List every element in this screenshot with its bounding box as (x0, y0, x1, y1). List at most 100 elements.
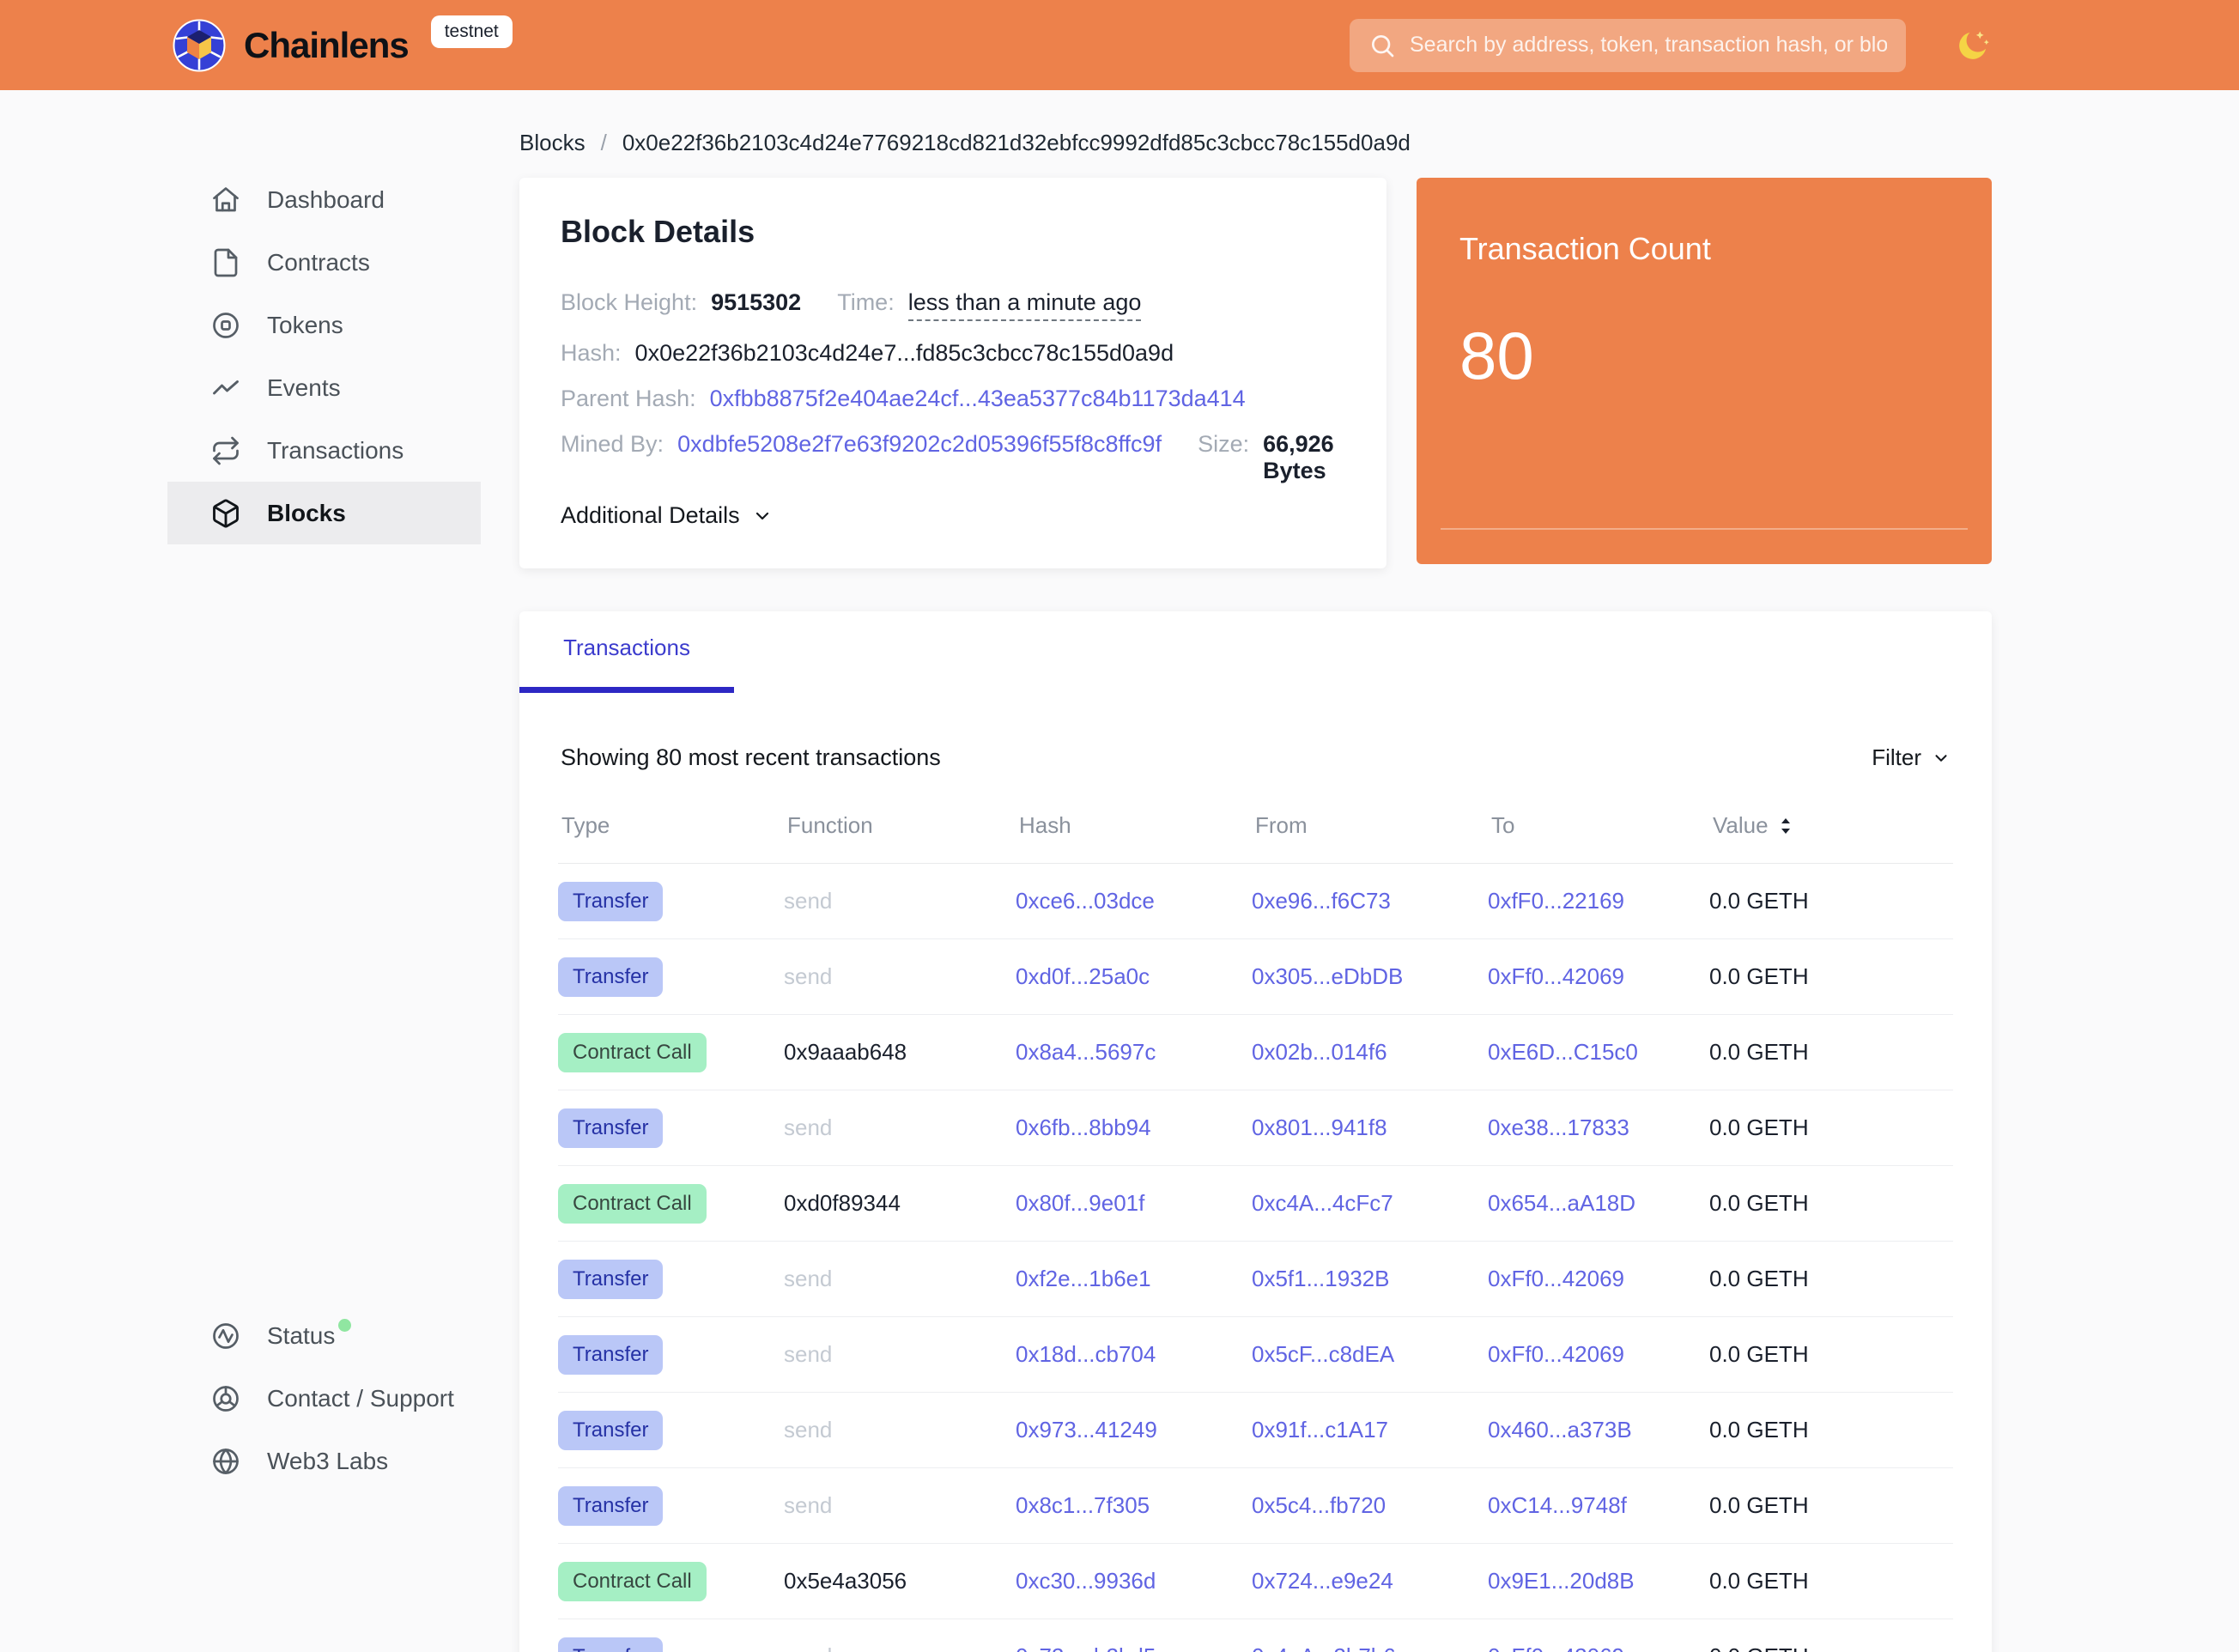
sidebar-item-dashboard[interactable]: Dashboard (167, 168, 481, 231)
support-icon (210, 1383, 241, 1414)
hash-link[interactable]: 0x6fb...8bb94 (1016, 1114, 1252, 1141)
activity-icon (210, 1321, 241, 1351)
hash-link[interactable]: 0x72c...b2bd5 (1016, 1643, 1252, 1652)
value-cell: 0.0 GETH (1709, 1568, 1953, 1594)
sidebar-item-tokens[interactable]: Tokens (167, 294, 481, 356)
to-link[interactable]: 0xe38...17833 (1488, 1114, 1709, 1141)
hash-link[interactable]: 0xce6...03dce (1016, 888, 1252, 914)
transactions-table: Type Function Hash From To Value (558, 812, 1953, 1652)
function-cell: 0x9aaab648 (784, 1039, 1016, 1066)
parent-hash-link[interactable]: 0xfbb8875f2e404ae24cf...43ea5377c84b1173… (710, 386, 1246, 412)
function-cell: send (784, 1114, 1016, 1141)
size-value: 66,926 Bytes (1263, 431, 1345, 484)
mined-by-label: Mined By: (561, 431, 664, 458)
to-link[interactable]: 0x460...a373B (1488, 1417, 1709, 1443)
sidebar-item-events[interactable]: Events (167, 356, 481, 419)
table-row: Transfer send 0x18d...cb704 0x5cF...c8dE… (558, 1317, 1953, 1393)
document-icon (210, 247, 241, 278)
transaction-count-title: Transaction Count (1459, 231, 1949, 267)
home-icon (210, 185, 241, 216)
col-header-to: To (1491, 812, 1713, 839)
chevron-down-icon (1932, 749, 1951, 768)
from-link[interactable]: 0x5f1...1932B (1252, 1266, 1488, 1292)
block-height-value: 9515302 (711, 289, 801, 316)
moon-icon (1954, 54, 1992, 67)
value-cell: 0.0 GETH (1709, 1417, 1953, 1443)
hash-link[interactable]: 0x8a4...5697c (1016, 1039, 1252, 1066)
hash-link[interactable]: 0x8c1...7f305 (1016, 1492, 1252, 1519)
from-link[interactable]: 0x5c4...fb720 (1252, 1492, 1488, 1519)
function-cell: send (784, 1341, 1016, 1368)
sidebar: Dashboard Contracts Tokens (0, 90, 481, 1652)
tab-transactions[interactable]: Transactions (519, 635, 734, 693)
to-link[interactable]: 0xFf0...42069 (1488, 963, 1709, 990)
to-link[interactable]: 0x654...aA18D (1488, 1190, 1709, 1217)
block-details-card: Block Details Block Height: 9515302 Time… (519, 178, 1386, 568)
to-link[interactable]: 0xFf0...42069 (1488, 1341, 1709, 1368)
sidebar-item-web3-labs[interactable]: Web3 Labs (167, 1430, 481, 1492)
tx-table-body: Transfer send 0xce6...03dce 0xe96...f6C7… (558, 864, 1953, 1652)
token-icon (210, 310, 241, 341)
to-link[interactable]: 0xfF0...22169 (1488, 888, 1709, 914)
type-badge: Transfer (558, 1335, 663, 1375)
app-header: Chainlens testnet (0, 0, 2239, 90)
sort-icon[interactable] (1777, 816, 1794, 836)
sidebar-item-blocks[interactable]: Blocks (167, 482, 481, 544)
value-cell: 0.0 GETH (1709, 888, 1953, 914)
to-link[interactable]: 0xFf0...42069 (1488, 1266, 1709, 1292)
hash-link[interactable]: 0x80f...9e01f (1016, 1190, 1252, 1217)
function-cell: 0xd0f89344 (784, 1190, 1016, 1217)
search-input[interactable] (1350, 19, 1906, 72)
hash-link[interactable]: 0xf2e...1b6e1 (1016, 1266, 1252, 1292)
to-link[interactable]: 0xE6D...C15c0 (1488, 1039, 1709, 1066)
from-link[interactable]: 0x801...941f8 (1252, 1114, 1488, 1141)
mined-by-link[interactable]: 0xdbfe5208e2f7e63f9202c2d05396f55f8c8ffc… (677, 431, 1162, 458)
value-cell: 0.0 GETH (1709, 1492, 1953, 1519)
from-link[interactable]: 0xc4A...4cFc7 (1252, 1190, 1488, 1217)
sidebar-item-status[interactable]: Status (167, 1304, 481, 1367)
from-link[interactable]: 0x02b...014f6 (1252, 1039, 1488, 1066)
value-cell: 0.0 GETH (1709, 963, 1953, 990)
type-badge: Contract Call (558, 1562, 707, 1601)
brand[interactable]: Chainlens testnet (172, 18, 513, 73)
additional-details-toggle[interactable]: Additional Details (561, 502, 773, 529)
to-link[interactable]: 0x9E1...20d8B (1488, 1568, 1709, 1594)
value-cell: 0.0 GETH (1709, 1266, 1953, 1292)
from-link[interactable]: 0x305...eDbDB (1252, 963, 1488, 990)
table-row: Transfer send 0x8c1...7f305 0x5c4...fb72… (558, 1468, 1953, 1544)
from-link[interactable]: 0x724...e9e24 (1252, 1568, 1488, 1594)
from-link[interactable]: 0x91f...c1A17 (1252, 1417, 1488, 1443)
transaction-count-value: 80 (1459, 317, 1949, 395)
dark-mode-toggle[interactable] (1954, 27, 1992, 64)
hash-link[interactable]: 0x18d...cb704 (1016, 1341, 1252, 1368)
sidebar-item-contact-support[interactable]: Contact / Support (167, 1367, 481, 1430)
table-row: Transfer send 0xd0f...25a0c 0x305...eDbD… (558, 939, 1953, 1015)
sidebar-item-transactions[interactable]: Transactions (167, 419, 481, 482)
from-link[interactable]: 0x4eA...2b7b6 (1252, 1643, 1488, 1652)
table-row: Transfer send 0x72c...b2bd5 0x4eA...2b7b… (558, 1619, 1953, 1652)
hash-link[interactable]: 0xd0f...25a0c (1016, 963, 1252, 990)
swap-arrows-icon (210, 435, 241, 466)
breadcrumb-block-hash: 0x0e22f36b2103c4d24e7769218cd821d32ebfcc… (622, 130, 1411, 156)
sidebar-item-contracts[interactable]: Contracts (167, 231, 481, 294)
col-header-hash: Hash (1019, 812, 1255, 839)
function-cell: send (784, 1492, 1016, 1519)
value-cell: 0.0 GETH (1709, 1643, 1953, 1652)
from-link[interactable]: 0xe96...f6C73 (1252, 888, 1488, 914)
to-link[interactable]: 0xFf0...42069 (1488, 1643, 1709, 1652)
chainlens-logo-icon (172, 18, 227, 73)
hash-link[interactable]: 0xc30...9936d (1016, 1568, 1252, 1594)
type-badge: Transfer (558, 1486, 663, 1526)
from-link[interactable]: 0x5cF...c8dEA (1252, 1341, 1488, 1368)
network-badge: testnet (431, 15, 513, 48)
time-value: less than a minute ago (908, 289, 1142, 321)
breadcrumb-blocks-link[interactable]: Blocks (519, 130, 586, 156)
table-row: Contract Call 0xd0f89344 0x80f...9e01f 0… (558, 1166, 1953, 1242)
filter-button[interactable]: Filter (1872, 744, 1951, 771)
to-link[interactable]: 0xC14...9748f (1488, 1492, 1709, 1519)
hash-link[interactable]: 0x973...41249 (1016, 1417, 1252, 1443)
value-cell: 0.0 GETH (1709, 1039, 1953, 1066)
type-badge: Contract Call (558, 1184, 707, 1224)
breadcrumb: Blocks / 0x0e22f36b2103c4d24e7769218cd82… (519, 130, 1992, 156)
hash-label: Hash: (561, 340, 622, 367)
